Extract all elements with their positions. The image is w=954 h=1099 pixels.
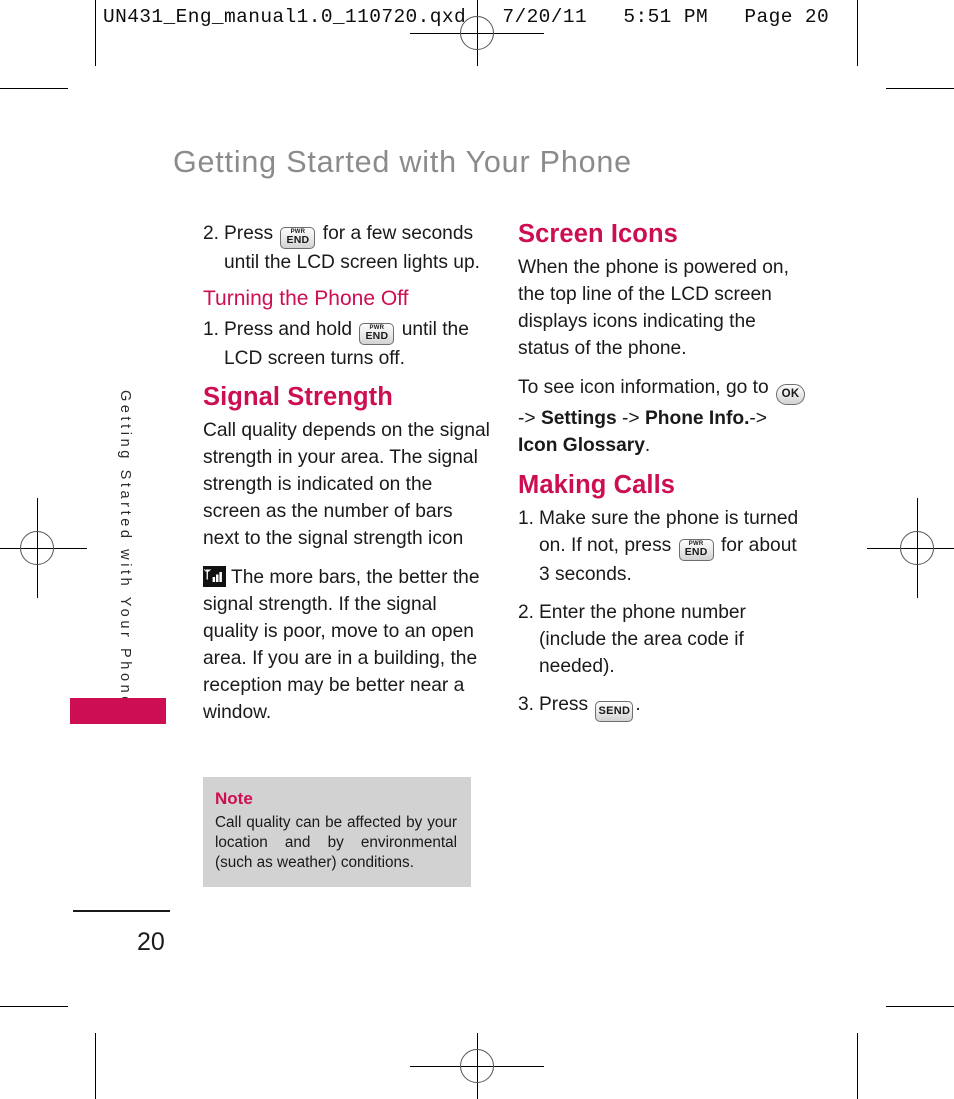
making-calls-step-1: 1. Make sure the phone is turned on. If … xyxy=(518,505,808,588)
left-column: 2. Press PWR END for a few seconds until … xyxy=(203,220,493,738)
pwr-end-key-icon: PWR END xyxy=(359,323,395,346)
note-title: Note xyxy=(215,789,253,808)
crop-mark-top-left-h xyxy=(0,88,68,89)
step-number: 2. xyxy=(518,602,535,624)
crop-mark-bottom-left-h xyxy=(0,1006,68,1007)
signal-strength-text-2: The more bars, the better the signal str… xyxy=(203,567,480,724)
header-rule-right xyxy=(857,0,858,66)
signal-strength-text-1: Call quality depends on the signal stren… xyxy=(203,420,490,550)
heading-making-calls: Making Calls xyxy=(518,471,676,500)
side-tab-label: Getting Started with Your Phone xyxy=(117,390,133,708)
step-number: 1. xyxy=(518,508,535,530)
menu-item-icon-glossary: Icon Glossary xyxy=(518,435,645,457)
signal-strength-paragraph-2: The more bars, the better the signal str… xyxy=(203,564,493,726)
right-column: Screen Icons When the phone is powered o… xyxy=(518,220,808,733)
making-calls-step-3: 3. Press SEND. xyxy=(518,691,808,723)
heading-turning-phone-off: Turning the Phone Off xyxy=(203,287,409,310)
step-text: Press PWR END for a few seconds until the… xyxy=(224,220,493,276)
step-text-before: Press xyxy=(224,223,274,244)
crop-mark-bottom-right-h xyxy=(886,1006,954,1007)
screen-icons-paragraph-1: When the phone is powered on, the top li… xyxy=(518,257,789,360)
page-number-rule xyxy=(73,910,170,912)
screen-icons-paragraph-2: To see icon information, go to OK -> Set… xyxy=(518,374,808,459)
step-text-before: Press and hold xyxy=(224,319,352,341)
key-label-bottom: END xyxy=(365,330,389,343)
menu-item-phone-info: Phone Info. xyxy=(644,408,750,430)
page-number: 20 xyxy=(137,928,165,956)
step-text-before: Press xyxy=(539,694,589,716)
step-text-after: . xyxy=(635,694,641,716)
menu-item-settings: Settings xyxy=(540,408,617,430)
making-calls-step-2: 2. Enter the phone number (include the a… xyxy=(518,599,808,680)
pwr-end-key-icon: PWR END xyxy=(678,539,714,562)
step-number: 2. xyxy=(203,223,220,244)
note-box: Note Call quality can be affected by you… xyxy=(203,777,471,887)
crop-mark-bottom-left-v xyxy=(95,1033,96,1099)
step-number: 1. xyxy=(203,319,220,341)
side-tab-color-block xyxy=(70,698,166,724)
nav-arrow-3: -> xyxy=(749,408,768,430)
crop-mark-top-right-h xyxy=(886,88,954,89)
crop-mark-bottom-right-v xyxy=(857,1033,858,1099)
pwr-end-key-icon: PWR END xyxy=(280,227,316,249)
page-title: Getting Started with Your Phone xyxy=(173,145,632,179)
regmark-circle xyxy=(20,531,54,565)
screen-icons-text-before: To see icon information, go to xyxy=(518,377,769,399)
step-text: Press and hold PWR END until the LCD scre… xyxy=(224,316,493,372)
step-power-off-1: 1. Press and hold PWR END until the LCD s… xyxy=(203,316,493,372)
step-text: Enter the phone number (include the area… xyxy=(539,602,746,678)
step-text: Press SEND. xyxy=(539,691,808,723)
regmark-circle xyxy=(900,531,934,565)
screen-icons-period: . xyxy=(644,435,651,457)
heading-screen-icons: Screen Icons xyxy=(518,220,678,248)
crop-mark-top-left-v xyxy=(95,0,96,66)
key-label-bottom: END xyxy=(286,234,310,246)
signal-strength-paragraph-1: Call quality depends on the signal stren… xyxy=(203,417,493,552)
regmark-circle xyxy=(460,16,494,50)
step-number: 3. xyxy=(518,694,535,716)
send-key-icon: SEND xyxy=(595,701,634,723)
signal-bars-icon xyxy=(203,566,226,588)
heading-signal-strength: Signal Strength xyxy=(203,383,393,412)
key-label-bottom: END xyxy=(684,546,708,559)
note-text: Call quality can be affected by your loc… xyxy=(215,814,457,871)
step-text: Make sure the phone is turned on. If not… xyxy=(539,505,808,588)
nav-arrow-1: -> xyxy=(518,408,536,430)
step-power-on-2: 2. Press PWR END for a few seconds until … xyxy=(203,220,493,276)
ok-key-icon: OK xyxy=(776,384,805,406)
regmark-circle xyxy=(460,1049,494,1083)
nav-arrow-2: -> xyxy=(622,408,640,430)
